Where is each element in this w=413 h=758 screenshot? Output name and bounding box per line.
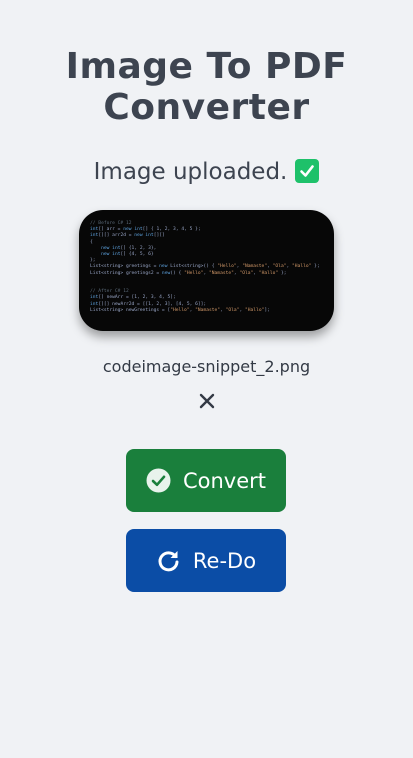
remove-file-button[interactable] [196,390,218,412]
page-title-line-1: Image To PDF [65,46,348,87]
redo-button-label: Re-Do [192,548,257,573]
check-circle-icon [146,468,171,493]
check-box-icon [295,159,320,183]
redo-icon [156,548,181,573]
image-preview: // Before C# 12 int[] arr = new int[] { 1… [79,210,334,331]
code-line: List<string> newGreetings = ["Hello", "N… [90,307,270,313]
convert-button-label: Convert [182,468,267,493]
code-snippet-image: // Before C# 12 int[] arr = new int[] { 1… [90,221,320,314]
page-title: Image To PDF Converter [0,46,413,128]
page-title-line-2: Converter [103,87,310,128]
close-icon [199,393,215,409]
code-line: List<string> greetings2 = new() { "Hello… [90,270,287,276]
file-name: codeimage-snippet_2.png [102,357,311,376]
upload-status: Image uploaded. [0,155,413,189]
code-line: List<string> greetings = new List<string… [90,264,320,270]
convert-button[interactable]: Convert [126,449,286,512]
upload-status-text: Image uploaded. [93,159,288,185]
redo-button[interactable]: Re-Do [126,529,286,592]
